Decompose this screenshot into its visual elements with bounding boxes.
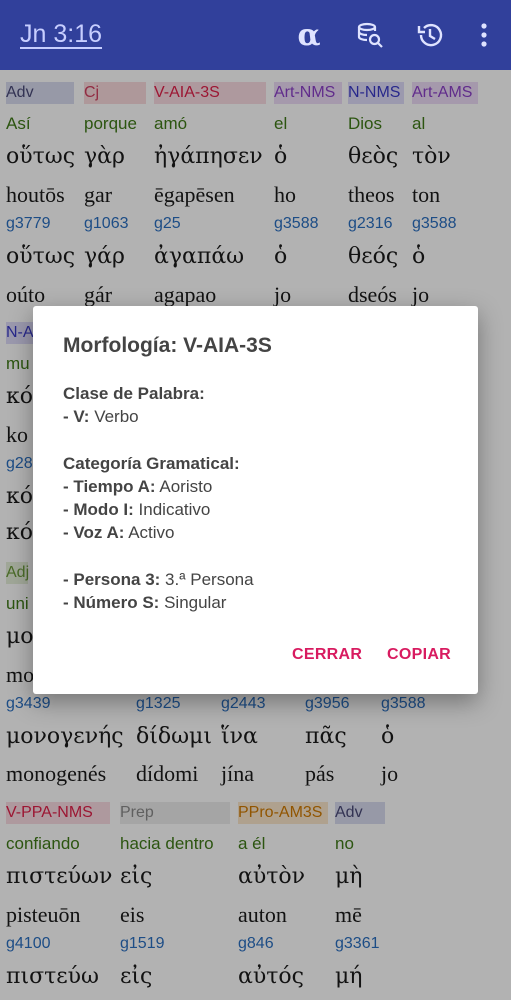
field-value: Activo — [128, 523, 175, 543]
field-key: - Persona 3: — [63, 569, 161, 589]
word-class-heading: Clase de Palabra: — [63, 384, 205, 403]
field-value: Aoristo — [159, 476, 213, 496]
field-value: Verbo — [94, 407, 139, 427]
field-key: - V: — [63, 407, 90, 427]
app-bar: Jn 3:16 α — [0, 0, 511, 70]
field-key: - Tiempo A: — [63, 476, 156, 496]
more-vert-icon[interactable] — [467, 18, 501, 52]
dialog-title: Morfología: V-AIA-3S — [63, 334, 272, 357]
close-button[interactable]: CERRAR — [292, 646, 362, 664]
verse-reference[interactable]: Jn 3:16 — [20, 20, 102, 49]
grammar-heading: Categoría Gramatical: — [63, 453, 240, 473]
field-value: Indicativo — [138, 500, 211, 520]
field-key: - Voz A: — [63, 523, 125, 543]
dialog-body: Clase de Palabra: - V: Verbo Categoría G… — [63, 382, 254, 614]
morphology-dialog: Morfología: V-AIA-3S Clase de Palabra: -… — [33, 306, 478, 694]
database-search-icon[interactable] — [353, 18, 387, 52]
field-key: - Número S: — [63, 593, 160, 613]
field-value: 3.ª Persona — [165, 569, 254, 589]
history-icon[interactable] — [413, 18, 447, 52]
field-key: - Modo I: — [63, 500, 134, 520]
field-value: Singular — [164, 593, 227, 613]
alpha-icon[interactable]: α — [292, 18, 326, 53]
copy-button[interactable]: COPIAR — [387, 646, 451, 664]
